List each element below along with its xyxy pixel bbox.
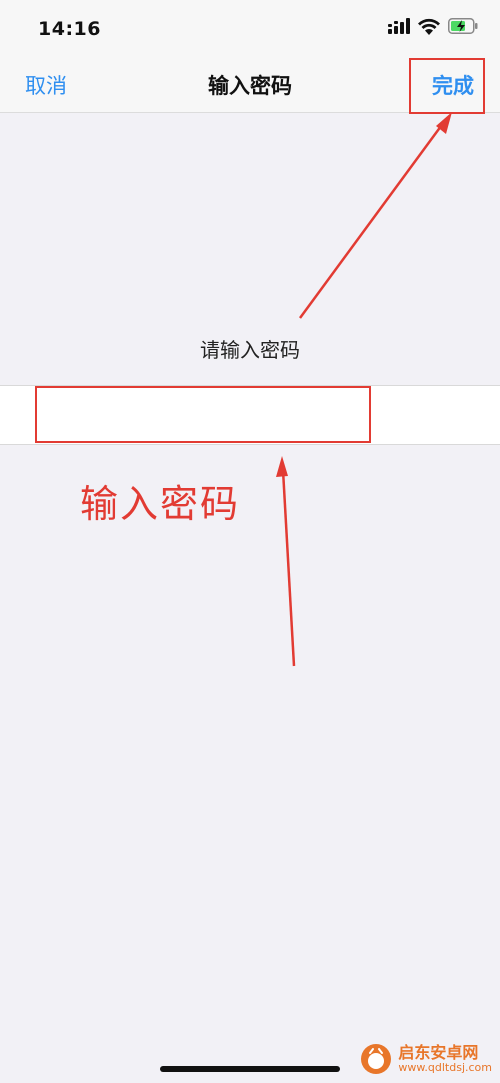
page-title: 输入密码 — [208, 74, 292, 98]
home-indicator[interactable] — [160, 1066, 340, 1072]
annotation-text: 输入密码 — [80, 482, 241, 526]
watermark-text: 启东安卓网 www.qdltdsj.com — [398, 1042, 492, 1074]
arrow-to-done — [298, 112, 452, 319]
done-button[interactable]: 完成 — [432, 70, 474, 100]
wifi-icon — [418, 18, 440, 39]
annotation-arrows — [276, 112, 452, 667]
screen: 14:16 取消 输入密码 完成 请输入密码 输入密码 启东安卓网 www.qd… — [0, 0, 500, 1083]
cancel-button[interactable]: 取消 — [25, 70, 67, 100]
watermark-name: 启东安卓网 — [398, 1042, 479, 1062]
nav-bar: 取消 输入密码 完成 — [0, 56, 500, 113]
status-icons — [388, 16, 478, 40]
arrow-to-input — [276, 456, 296, 667]
password-input[interactable] — [40, 394, 364, 436]
battery-charging-icon — [448, 18, 478, 38]
password-prompt-label: 请输入密码 — [200, 338, 300, 362]
signal-icon — [388, 18, 410, 38]
watermark: 启东安卓网 www.qdltdsj.com — [360, 1043, 492, 1075]
watermark-logo-icon — [360, 1043, 392, 1075]
status-time: 14:16 — [38, 18, 101, 40]
watermark-url: www.qdltdsj.com — [398, 1060, 492, 1074]
password-row — [0, 385, 500, 445]
status-bar: 14:16 — [0, 0, 500, 56]
